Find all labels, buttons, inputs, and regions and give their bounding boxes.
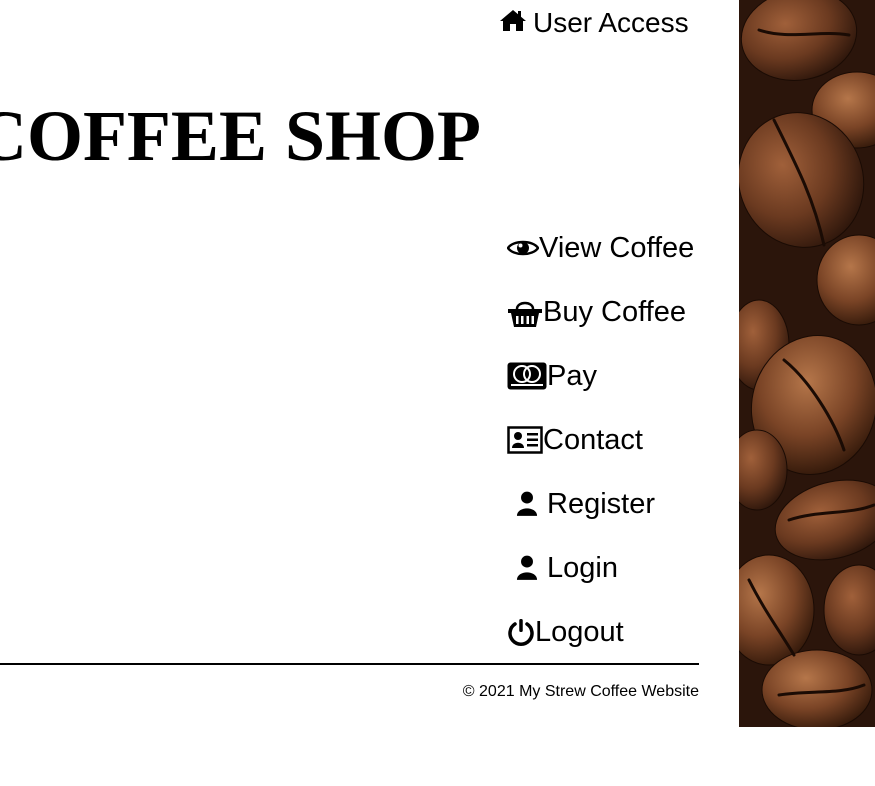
footer-divider — [0, 663, 699, 665]
footer-copyright: © 2021 My Strew Coffee Website — [462, 683, 699, 700]
home-icon — [499, 6, 533, 40]
power-icon — [507, 618, 535, 646]
nav-item-label: Logout — [535, 616, 624, 648]
user-icon — [507, 491, 547, 517]
nav-item-label: Pay — [547, 360, 597, 392]
nav-item-label: Login — [547, 552, 618, 584]
user-access-label: User Access — [533, 7, 689, 38]
nav-item-label: View Coffee — [539, 232, 695, 264]
coffee-beans-image — [739, 0, 875, 727]
main-nav: View Coffee Buy Coffee Pay Contact Regis… — [507, 228, 694, 676]
nav-item-contact[interactable]: Contact — [507, 420, 694, 460]
nav-item-register[interactable]: Register — [507, 484, 694, 524]
nav-item-logout[interactable]: Logout — [507, 612, 694, 652]
nav-item-login[interactable]: Login — [507, 548, 694, 588]
nav-item-label: Register — [547, 488, 655, 520]
nav-item-buy-coffee[interactable]: Buy Coffee — [507, 292, 694, 332]
nav-item-view-coffee[interactable]: View Coffee — [507, 228, 694, 268]
mastercard-icon — [507, 362, 547, 390]
nav-item-label: Buy Coffee — [543, 296, 686, 328]
basket-icon — [507, 296, 543, 328]
contact-card-icon — [507, 426, 543, 454]
user-icon — [507, 555, 547, 581]
nav-item-label: Contact — [543, 424, 643, 456]
eye-icon — [507, 238, 539, 258]
page: User Access COFFEE SHOP View Coffee Buy … — [0, 0, 875, 786]
user-access-link[interactable]: User Access — [499, 6, 689, 40]
nav-item-pay[interactable]: Pay — [507, 356, 694, 396]
page-title: COFFEE SHOP — [0, 96, 481, 176]
